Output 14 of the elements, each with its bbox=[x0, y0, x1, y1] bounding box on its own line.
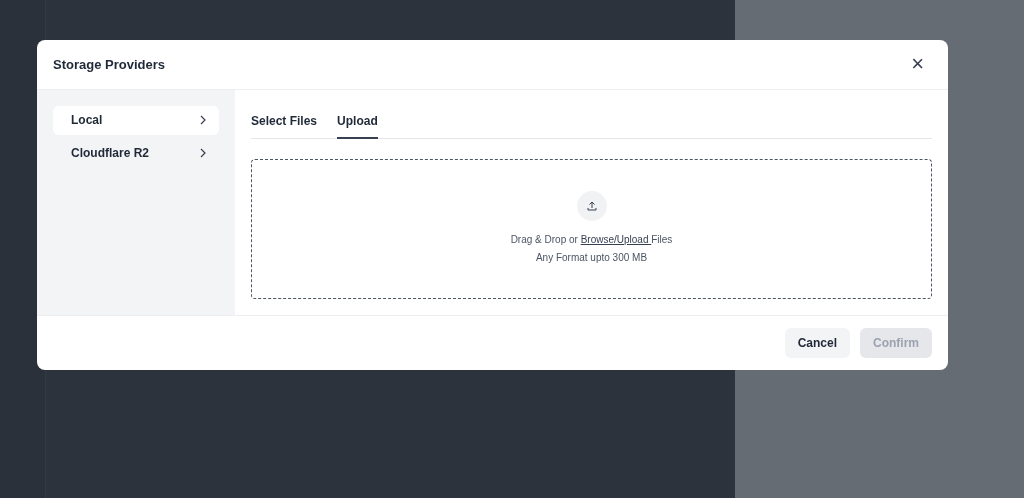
dropzone-instructions: Drag & Drop or Browse/Upload Files bbox=[510, 232, 673, 247]
provider-item[interactable]: Cloudflare R2 bbox=[53, 138, 219, 168]
chevron-right-icon bbox=[199, 115, 207, 126]
tab[interactable]: Upload bbox=[337, 105, 378, 139]
close-button[interactable]: × bbox=[907, 53, 928, 76]
browse-link[interactable]: Browse/Upload bbox=[580, 233, 652, 245]
cancel-button[interactable]: Cancel bbox=[784, 327, 850, 358]
chevron-right-icon bbox=[199, 148, 207, 159]
upload-dropzone[interactable]: Drag & Drop or Browse/Upload Files Any Format upto 300 MB bbox=[251, 158, 932, 299]
format-hint: Any Format upto 300 MB bbox=[535, 250, 648, 265]
tab[interactable]: Select Files bbox=[251, 105, 318, 139]
dialog-title: Storage Providers bbox=[53, 56, 165, 72]
upload-icon[interactable] bbox=[576, 190, 607, 221]
provider-item[interactable]: Local bbox=[53, 105, 219, 135]
